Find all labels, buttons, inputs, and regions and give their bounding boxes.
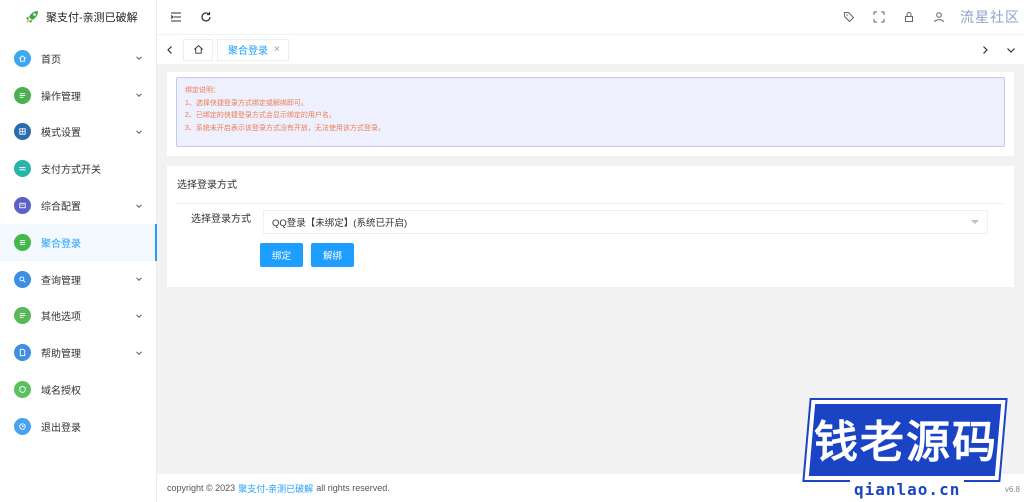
- notice-line: 1、选择快捷登录方式绑定或解绑即可。: [185, 99, 308, 107]
- refresh-icon: [201, 12, 211, 22]
- chevron-down-icon: [132, 128, 146, 136]
- watermark-overlay: 钱老源码 qianlao.cn: [802, 396, 1024, 502]
- unbind-button[interactable]: 解绑: [311, 243, 354, 267]
- sidebar-item-label: 综合配置: [41, 202, 81, 214]
- list-icon: [14, 86, 31, 104]
- sidebar-item-7[interactable]: 其他选项: [0, 298, 156, 335]
- fullscreen-icon: [873, 11, 885, 23]
- tag-button[interactable]: [834, 0, 864, 34]
- refresh-button[interactable]: [191, 0, 221, 34]
- watermark-url: qianlao.cn: [850, 480, 965, 499]
- chevron-down-icon: [132, 91, 146, 99]
- sidebar-item-8[interactable]: 帮助管理: [0, 334, 156, 371]
- list-icon: [14, 307, 31, 325]
- footer-link[interactable]: 聚支付-亲测已破解: [238, 482, 313, 495]
- sidebar-item-5[interactable]: 聚合登录: [0, 223, 157, 261]
- brand-title: 聚支付-亲测已破解: [46, 12, 138, 24]
- lock-button[interactable]: [894, 0, 924, 34]
- chevron-right-icon: [983, 45, 988, 54]
- action-buttons: 绑定 解绑: [260, 243, 1004, 267]
- clock-icon: [14, 417, 31, 435]
- user-button[interactable]: [924, 0, 954, 34]
- shield-icon: [14, 381, 31, 399]
- sidebar: 聚支付-亲测已破解 首页操作管理模式设置支付方式开关 综合配置聚合登录查询管理其他…: [0, 0, 157, 502]
- user-icon: [934, 12, 944, 23]
- sidebar-item-label: 其他选项: [41, 312, 81, 324]
- login-method-card: 选择登录方式 选择登录方式 QQ登录【未绑定】(系统已开启) 绑定 解绑: [167, 166, 1014, 287]
- login-method-label: 选择登录方式: [191, 214, 251, 225]
- notice-line: 绑定说明：: [185, 87, 220, 94]
- chevron-down-icon: [132, 202, 146, 210]
- sidebar-item-4[interactable]: 综合配置: [0, 187, 156, 224]
- toggle-sidebar-button[interactable]: [161, 0, 191, 34]
- footer-suffix: all rights reserved.: [316, 483, 390, 493]
- sidebar-item-1[interactable]: 操作管理: [0, 77, 156, 114]
- gear-icon: [14, 197, 31, 215]
- bind-notice: 绑定说明： 1、选择快捷登录方式绑定或解绑即可。 2、已绑定的快捷登录方式会显示绑定…: [176, 77, 1005, 147]
- bind-button[interactable]: 绑定: [260, 243, 303, 267]
- sidebar-item-label: 模式设置: [41, 128, 81, 140]
- chevron-down-icon: [132, 349, 146, 357]
- notice-panel: 绑定说明： 1、选择快捷登录方式绑定或解绑即可。 2、已绑定的快捷登录方式会显示绑定…: [167, 72, 1014, 156]
- sidebar-item-label: 查询管理: [41, 275, 81, 287]
- caret-down-icon: [971, 220, 979, 224]
- chevron-down-icon: [132, 275, 146, 283]
- login-icon: [14, 233, 31, 251]
- chevron-down-icon: [1007, 47, 1015, 53]
- rocket-logo-icon: [26, 11, 38, 23]
- sidebar-item-10[interactable]: 退出登录: [0, 408, 156, 445]
- home-icon: [193, 45, 203, 54]
- doc-icon: [14, 344, 31, 362]
- notice-line: 3、系统未开启表示该登录方式没有开放，无法使用该方式登录。: [185, 124, 385, 132]
- header-watermark: 流星社区: [960, 9, 1020, 25]
- sidebar-item-2[interactable]: 模式设置: [0, 114, 156, 151]
- watermark-text: 钱老源码: [814, 417, 998, 468]
- section-title: 选择登录方式: [177, 176, 1004, 204]
- sidebar-nav: 首页操作管理模式设置支付方式开关 综合配置聚合登录查询管理其他选项帮助管理域名授权…: [0, 40, 157, 445]
- notice-line: 2、已绑定的快捷登录方式会显示绑定的用户名。: [185, 112, 336, 119]
- grid-icon: [14, 123, 31, 141]
- login-method-select[interactable]: QQ登录【未绑定】(系统已开启): [263, 210, 988, 234]
- tab-home[interactable]: [183, 38, 213, 61]
- sidebar-item-9[interactable]: 域名授权: [0, 371, 156, 408]
- sidebar-item-3[interactable]: 支付方式开关: [0, 150, 156, 187]
- chevron-down-icon: [132, 312, 146, 320]
- wave-icon: [14, 160, 31, 178]
- sidebar-item-label: 域名授权: [41, 386, 81, 398]
- tab-label: 聚合登录: [228, 46, 268, 57]
- sidebar-item-label: 操作管理: [41, 91, 81, 103]
- tag-icon: [844, 12, 855, 23]
- sidebar-item-label: 首页: [41, 54, 61, 66]
- fullscreen-button[interactable]: [864, 0, 894, 34]
- tabs-scroll-left-button[interactable]: [157, 35, 183, 65]
- top-header: 流星社区: [157, 0, 1024, 34]
- search-icon: [14, 270, 31, 288]
- sidebar-item-label: 帮助管理: [41, 349, 81, 361]
- tabs-bar: 聚合登录 ×: [157, 34, 1024, 64]
- close-icon[interactable]: ×: [274, 44, 280, 55]
- chevron-down-icon: [132, 54, 146, 62]
- footer-copyright: copyright © 2023: [167, 483, 236, 493]
- sidebar-item-label: 支付方式开关: [41, 165, 101, 177]
- lock-icon: [905, 12, 913, 22]
- tab-0[interactable]: 聚合登录 ×: [217, 38, 289, 61]
- sidebar-item-0[interactable]: 首页: [0, 40, 156, 77]
- chevron-left-icon: [167, 45, 172, 54]
- brand[interactable]: 聚支付-亲测已破解: [0, 0, 156, 34]
- login-method-select-value: QQ登录【未绑定】(系统已开启): [272, 218, 408, 229]
- sidebar-item-label: 退出登录: [41, 422, 81, 434]
- tabs-scroll-right-button[interactable]: [972, 35, 998, 65]
- tabs-menu-button[interactable]: [998, 35, 1024, 65]
- home-icon: [14, 49, 31, 67]
- sidebar-item-label: 聚合登录: [41, 238, 81, 250]
- sidebar-item-6[interactable]: 查询管理: [0, 261, 156, 298]
- menu-fold-icon: [170, 12, 181, 22]
- login-method-row: 选择登录方式 QQ登录【未绑定】(系统已开启): [177, 210, 1004, 234]
